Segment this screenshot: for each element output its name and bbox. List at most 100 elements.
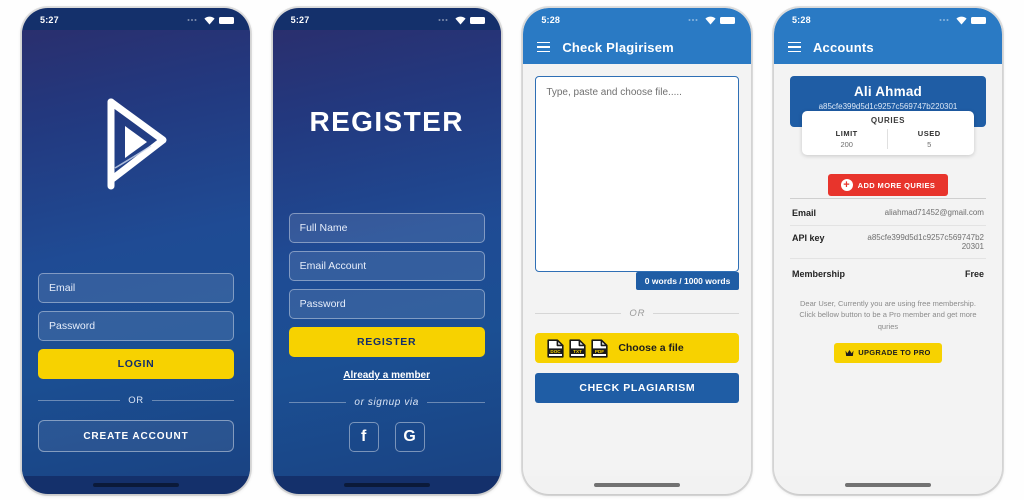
app-logo — [101, 98, 171, 195]
register-content: REGISTER Full Name Email Account Passwor… — [272, 30, 501, 476]
google-icon: G — [403, 428, 416, 445]
register-screen: 5:27 REGISTER Full Name Email Account Pa… — [272, 8, 501, 494]
signal-dots-icon — [939, 19, 949, 21]
create-account-button[interactable]: CREATE ACCOUNT — [38, 420, 234, 452]
facebook-icon: f — [360, 428, 367, 445]
email-field[interactable]: Email — [38, 273, 234, 303]
quries-card: QURIES LIMIT 200 USED 5 — [801, 111, 974, 155]
status-indicators — [939, 16, 986, 25]
email-field[interactable]: Email Account — [288, 251, 485, 281]
table-row-membership: Membership Free — [790, 259, 986, 286]
pdf-file-icon: PDF — [591, 338, 608, 358]
add-more-quries-button[interactable]: + ADD MORE QURIES — [827, 174, 948, 196]
social-buttons: f G — [289, 422, 485, 452]
email-value: aliahmad71452@gmail.com — [884, 208, 984, 217]
doc-file-icon: DOC — [547, 338, 564, 358]
status-time: 5:27 — [40, 15, 59, 25]
status-indicators — [688, 16, 736, 25]
add-more-quries-label: ADD MORE QURIES — [857, 180, 936, 190]
status-indicators — [438, 16, 485, 25]
svg-text:PDF: PDF — [595, 348, 604, 353]
signup-divider: or signup via — [289, 397, 485, 408]
crown-icon — [845, 349, 854, 356]
hamburger-icon[interactable] — [787, 41, 801, 53]
google-button[interactable]: G — [394, 422, 425, 452]
password-field[interactable]: Password — [38, 311, 234, 341]
status-bar-accounts: 5:28 — [773, 8, 1002, 30]
plagiarism-divider: OR — [535, 308, 739, 319]
quries-limit: LIMIT 200 — [806, 129, 888, 149]
login-button[interactable]: LOGIN — [38, 349, 234, 379]
table-row-email: Email aliahmad71452@gmail.com — [789, 201, 986, 226]
text-input-area[interactable]: Type, paste and choose file..... 0 words… — [535, 76, 740, 290]
fullname-placeholder: Full Name — [299, 222, 348, 234]
already-a-member-link[interactable]: Already a member — [289, 370, 485, 381]
home-indicator-register — [273, 476, 501, 494]
app-bar-accounts: Accounts — [773, 30, 1002, 64]
hamburger-icon[interactable] — [537, 41, 551, 53]
status-indicators — [187, 16, 234, 25]
register-title-area: REGISTER — [289, 30, 485, 213]
signal-dots-icon — [187, 19, 197, 21]
plus-icon: + — [840, 179, 853, 191]
section-divider-top — [789, 198, 986, 199]
wifi-icon — [455, 16, 466, 24]
quries-used-value: 5 — [927, 140, 932, 149]
divider-label: OR — [629, 308, 646, 319]
quries-row: LIMIT 200 USED 5 — [806, 129, 970, 149]
textarea-placeholder: Type, paste and choose file..... — [546, 87, 682, 98]
home-indicator-login — [22, 476, 250, 494]
txt-file-icon: TXT — [569, 338, 586, 358]
fullname-field[interactable]: Full Name — [288, 213, 485, 243]
word-count-badge: 0 words / 1000 words — [635, 272, 740, 290]
user-api-key: a85cfe399d5d1c9257c569747b220301 — [818, 102, 958, 111]
signal-dots-icon — [688, 19, 698, 21]
status-bar-login: 5:27 — [22, 8, 250, 30]
svg-text:TXT: TXT — [573, 348, 582, 353]
phone-login: 5:27 Email Password LOGIN OR CREATE ACCO… — [22, 8, 250, 494]
home-indicator-plagiarism — [523, 476, 751, 494]
profile-card-wrap: Ali Ahmad a85cfe399d5d1c9257c569747b2203… — [789, 76, 986, 165]
apikey-label: API key — [791, 233, 825, 243]
svg-text:DOC: DOC — [551, 348, 562, 353]
plagiarism-screen: 5:28 Check Plagirisem Type, paste and ch… — [523, 8, 752, 494]
check-plagiarism-button[interactable]: CHECK PLAGIARISM — [535, 373, 740, 403]
user-name: Ali Ahmad — [853, 84, 922, 99]
password-field[interactable]: Password — [288, 289, 485, 319]
quries-limit-label: LIMIT — [835, 129, 858, 138]
wifi-icon — [204, 16, 215, 24]
status-time: 5:28 — [541, 15, 561, 25]
choose-file-button[interactable]: DOC TXT PDF Choose a file — [535, 333, 740, 363]
page-title: REGISTER — [309, 105, 464, 137]
login-divider: OR — [38, 395, 234, 406]
quries-limit-value: 200 — [840, 140, 853, 149]
signal-dots-icon — [438, 19, 448, 21]
membership-notice: Dear User, Currently you are using free … — [799, 299, 977, 331]
app-bar-plagiarism: Check Plagirisem — [523, 30, 752, 64]
status-bar-register: 5:27 — [273, 8, 501, 30]
play-triangle-logo-icon — [107, 98, 167, 190]
upgrade-to-pro-label: UPGRADE TO PRO — [858, 348, 931, 358]
membership-label: Membership — [791, 269, 845, 279]
password-placeholder: Password — [49, 320, 96, 332]
page-title: Check Plagirisem — [562, 39, 674, 55]
membership-value: Free — [964, 269, 984, 279]
login-form: Email Password LOGIN OR CREATE ACCOUNT — [38, 273, 234, 476]
battery-icon — [720, 16, 736, 24]
register-form: Full Name Email Account Password REGISTE… — [288, 213, 485, 476]
divider-label: OR — [128, 395, 144, 406]
quries-used-label: USED — [917, 129, 941, 138]
wifi-icon — [956, 16, 967, 24]
register-button[interactable]: REGISTER — [288, 327, 485, 357]
battery-icon — [970, 16, 986, 24]
upgrade-to-pro-button[interactable]: UPGRADE TO PRO — [833, 342, 942, 363]
page-title: Accounts — [812, 39, 874, 55]
login-content: Email Password LOGIN OR CREATE ACCOUNT — [22, 30, 250, 476]
phone-register: 5:27 REGISTER Full Name Email Account Pa… — [272, 8, 501, 494]
choose-file-label: Choose a file — [618, 342, 684, 354]
status-time: 5:27 — [290, 15, 310, 25]
facebook-button[interactable]: f — [348, 422, 379, 452]
accounts-content: Ali Ahmad a85cfe399d5d1c9257c569747b2203… — [773, 64, 1002, 476]
phone-plagiarism: 5:28 Check Plagirisem Type, paste and ch… — [523, 8, 752, 494]
email-label: Email — [791, 208, 816, 218]
